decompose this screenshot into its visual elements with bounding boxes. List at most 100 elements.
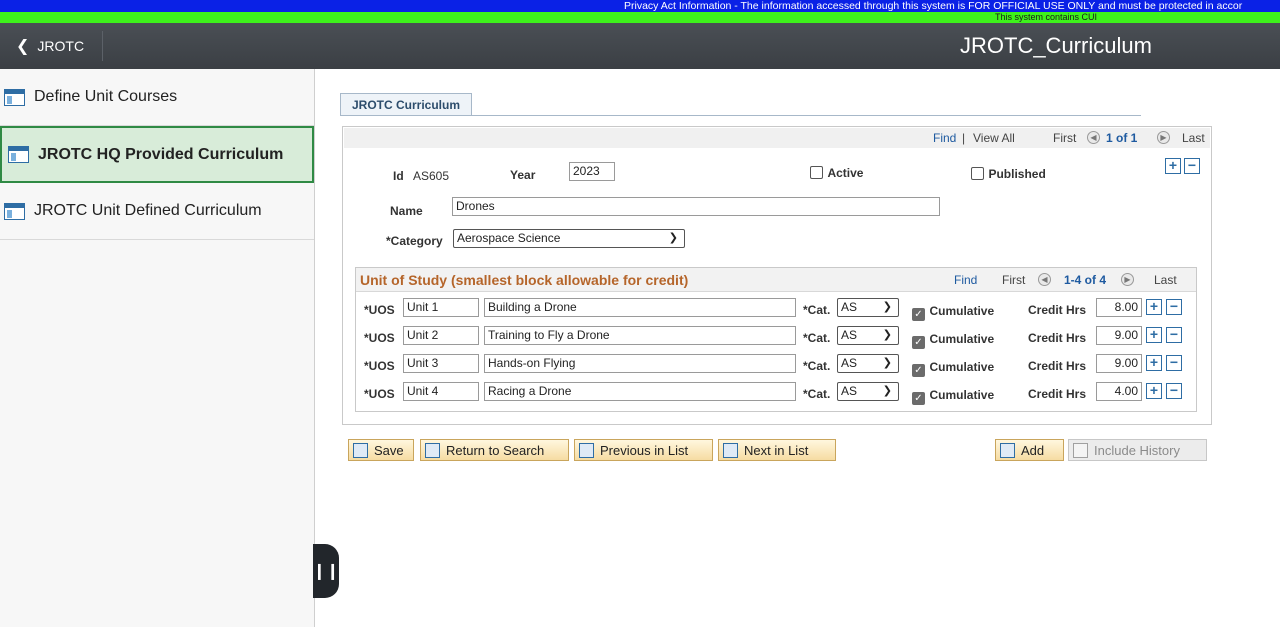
view-all-link[interactable]: View All xyxy=(973,128,1015,148)
chevron-down-icon: ❯ xyxy=(668,232,678,244)
published-checkbox-wrap[interactable]: Published xyxy=(971,165,1046,183)
description-field[interactable]: Building a Drone xyxy=(484,298,796,317)
cumulative-label: Cumulative xyxy=(929,388,995,402)
delete-row-icon[interactable]: − xyxy=(1166,383,1182,399)
cumulative-wrap[interactable]: ✓ Cumulative xyxy=(912,358,994,377)
privacy-banner: Privacy Act Information - The informatio… xyxy=(0,0,1280,12)
cumulative-label: Cumulative xyxy=(929,332,995,346)
table-row: *UOS Unit 1 Building a Drone *Cat. AS ❯ … xyxy=(356,298,1196,322)
back-label: JROTC xyxy=(37,38,85,54)
grid-find-link[interactable]: Find xyxy=(954,273,977,287)
cat-value: AS xyxy=(841,328,858,342)
active-checkbox[interactable] xyxy=(810,166,823,179)
add-row-icon[interactable]: + xyxy=(1146,327,1162,343)
back-button[interactable]: ❮ JROTC xyxy=(6,31,103,61)
delete-row-icon[interactable]: − xyxy=(1184,158,1200,174)
chevron-left-icon: ❮ xyxy=(16,38,30,55)
page-icon xyxy=(4,88,25,106)
grid-count: 1-4 of 4 xyxy=(1064,273,1107,287)
sidebar-item-hq-curriculum[interactable]: JROTC HQ Provided Curriculum xyxy=(0,126,314,183)
collapse-sidebar-handle[interactable]: ❙❙ xyxy=(313,544,339,598)
cumulative-wrap[interactable]: ✓ Cumulative xyxy=(912,386,994,405)
category-select[interactable]: Aerospace Science ❯ xyxy=(453,229,685,248)
cumulative-wrap[interactable]: ✓ Cumulative xyxy=(912,302,994,321)
save-icon xyxy=(353,442,368,458)
add-row-icon[interactable]: + xyxy=(1146,355,1162,371)
unit-field[interactable]: Unit 3 xyxy=(403,354,479,373)
delete-row-icon[interactable]: − xyxy=(1166,299,1182,315)
description-field[interactable]: Racing a Drone xyxy=(484,382,796,401)
return-to-search-button[interactable]: Return to Search xyxy=(420,439,569,461)
tab-jrotc-curriculum[interactable]: JROTC Curriculum xyxy=(340,93,473,116)
grid-first-link[interactable]: First xyxy=(1002,273,1025,287)
cumulative-checkbox[interactable]: ✓ xyxy=(912,364,925,377)
next-list-icon xyxy=(723,442,738,458)
add-row-icon[interactable]: + xyxy=(1146,299,1162,315)
save-button[interactable]: Save xyxy=(348,439,414,461)
find-link[interactable]: Find xyxy=(933,128,956,148)
return-label: Return to Search xyxy=(446,442,545,458)
page-title: JROTC_Curriculum xyxy=(960,33,1152,58)
description-field[interactable]: Hands-on Flying xyxy=(484,354,796,373)
unit-field[interactable]: Unit 4 xyxy=(403,382,479,401)
sidebar-item-label: JROTC Unit Defined Curriculum xyxy=(34,202,262,219)
last-link[interactable]: Last xyxy=(1182,128,1205,148)
cat-select[interactable]: AS ❯ xyxy=(837,382,899,401)
add-row-icon[interactable]: + xyxy=(1165,158,1181,174)
unit-field[interactable]: Unit 2 xyxy=(403,326,479,345)
published-checkbox[interactable] xyxy=(971,167,984,180)
cat-value: AS xyxy=(841,384,858,398)
record-count: 1 of 1 xyxy=(1106,131,1138,145)
year-label: Year xyxy=(510,168,536,182)
credit-hours-field[interactable]: 9.00 xyxy=(1096,354,1142,373)
cumulative-checkbox[interactable]: ✓ xyxy=(912,308,925,321)
credit-hours-field[interactable]: 9.00 xyxy=(1096,326,1142,345)
add-label: Add xyxy=(1021,442,1045,458)
cat-value: AS xyxy=(841,300,858,314)
id-label: Id xyxy=(393,169,404,183)
credit-label: Credit Hrs xyxy=(1028,331,1087,345)
grid-last-link[interactable]: Last xyxy=(1154,273,1177,287)
grid-next-arrow-icon[interactable]: ▶ xyxy=(1121,273,1134,286)
cumulative-checkbox[interactable]: ✓ xyxy=(912,392,925,405)
sidebar-item-unit-curriculum[interactable]: JROTC Unit Defined Curriculum xyxy=(0,183,314,240)
active-checkbox-wrap[interactable]: Active xyxy=(810,164,863,182)
sidebar-item-define-unit-courses[interactable]: Define Unit Courses xyxy=(0,69,314,126)
cumulative-label: Cumulative xyxy=(929,304,995,318)
chevron-down-icon: ❯ xyxy=(882,385,892,397)
year-field[interactable]: 2023 xyxy=(569,162,615,181)
cumulative-wrap[interactable]: ✓ Cumulative xyxy=(912,330,994,349)
previous-arrow-icon[interactable]: ◀ xyxy=(1087,131,1100,144)
table-row: *UOS Unit 2 Training to Fly a Drone *Cat… xyxy=(356,326,1196,350)
uos-label: *UOS xyxy=(364,387,395,401)
add-icon xyxy=(1000,442,1015,458)
unit-field[interactable]: Unit 1 xyxy=(403,298,479,317)
next-in-list-button[interactable]: Next in List xyxy=(718,439,836,461)
name-field[interactable]: Drones xyxy=(452,197,940,216)
include-history-label: Include History xyxy=(1094,442,1180,458)
previous-in-list-button[interactable]: Previous in List xyxy=(574,439,713,461)
delete-row-icon[interactable]: − xyxy=(1166,355,1182,371)
credit-label: Credit Hrs xyxy=(1028,387,1087,401)
grid-title: Unit of Study (smallest block allowable … xyxy=(360,272,689,288)
name-label: Name xyxy=(390,204,423,218)
cumulative-checkbox[interactable]: ✓ xyxy=(912,336,925,349)
cat-select[interactable]: AS ❯ xyxy=(837,298,899,317)
add-row-icon[interactable]: + xyxy=(1146,383,1162,399)
uos-label: *UOS xyxy=(364,359,395,373)
cumulative-label: Cumulative xyxy=(929,360,995,374)
add-button[interactable]: Add xyxy=(995,439,1064,461)
description-field[interactable]: Training to Fly a Drone xyxy=(484,326,796,345)
first-link[interactable]: First xyxy=(1053,128,1076,148)
credit-hours-field[interactable]: 4.00 xyxy=(1096,382,1142,401)
nav-separator: | xyxy=(962,131,966,145)
next-arrow-icon[interactable]: ▶ xyxy=(1157,131,1170,144)
cat-select[interactable]: AS ❯ xyxy=(837,326,899,345)
credit-label: Credit Hrs xyxy=(1028,303,1087,317)
grid-previous-arrow-icon[interactable]: ◀ xyxy=(1038,273,1051,286)
credit-hours-field[interactable]: 8.00 xyxy=(1096,298,1142,317)
curriculum-panel: Find | View All First ◀ 1 of 1 ▶ Last Id… xyxy=(342,126,1212,425)
delete-row-icon[interactable]: − xyxy=(1166,327,1182,343)
include-history-button[interactable]: Include History xyxy=(1068,439,1207,461)
cat-select[interactable]: AS ❯ xyxy=(837,354,899,373)
